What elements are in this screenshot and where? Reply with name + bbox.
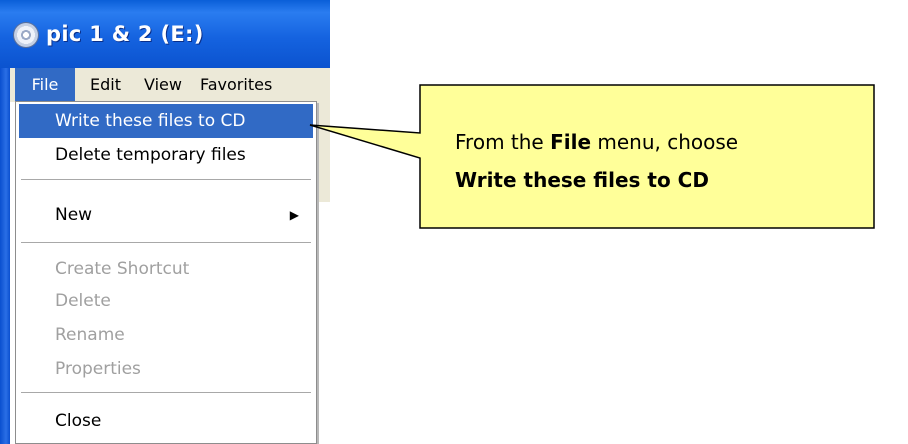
- instruction-callout: From the File menu, choose Write these f…: [309, 84, 875, 229]
- menu-item-create-shortcut[interactable]: Create Shortcut: [19, 252, 313, 286]
- triangle-right-icon: ▶: [289, 208, 299, 222]
- menu-favorites[interactable]: Favorites: [200, 68, 272, 102]
- menu-item-write-to-cd[interactable]: Write these files to CD: [19, 104, 313, 138]
- menu-separator: [21, 392, 311, 393]
- callout-line-1-suffix: menu, choose: [597, 130, 739, 154]
- menu-item-rename[interactable]: Rename: [19, 318, 313, 352]
- menu-item-new[interactable]: New ▶: [19, 198, 313, 232]
- menu-item-delete[interactable]: Delete: [19, 284, 313, 318]
- callout-text: From the File menu, choose Write these f…: [455, 123, 865, 199]
- menu-separator: [21, 179, 311, 180]
- menu-separator: [21, 242, 311, 243]
- callout-line-2-bold: Write these files to CD: [455, 168, 709, 192]
- menu-bar: File Edit View Favorites: [10, 68, 330, 102]
- menu-item-delete-temporary-files[interactable]: Delete temporary files: [19, 138, 313, 172]
- callout-line-1: From the File menu, choose: [455, 123, 865, 161]
- callout-line-2: Write these files to CD: [455, 161, 865, 199]
- menu-item-properties[interactable]: Properties: [19, 352, 313, 386]
- menu-edit[interactable]: Edit: [90, 68, 121, 102]
- cd-drive-icon: [14, 23, 38, 47]
- menu-file[interactable]: File: [15, 68, 75, 102]
- menu-item-close[interactable]: Close: [19, 404, 313, 438]
- window-title: pic 1 & 2 (E:): [46, 22, 204, 46]
- explorer-window: pic 1 & 2 (E:) File Edit View Favorites …: [0, 0, 330, 444]
- title-bar[interactable]: pic 1 & 2 (E:): [0, 0, 330, 68]
- file-menu-dropdown: Write these files to CD Delete temporary…: [15, 101, 317, 444]
- menu-view[interactable]: View: [144, 68, 182, 102]
- callout-line-1-bold: File: [550, 130, 592, 154]
- callout-line-1-prefix: From the: [455, 130, 544, 154]
- menu-item-new-label: New: [55, 205, 93, 225]
- window-border: [0, 68, 10, 444]
